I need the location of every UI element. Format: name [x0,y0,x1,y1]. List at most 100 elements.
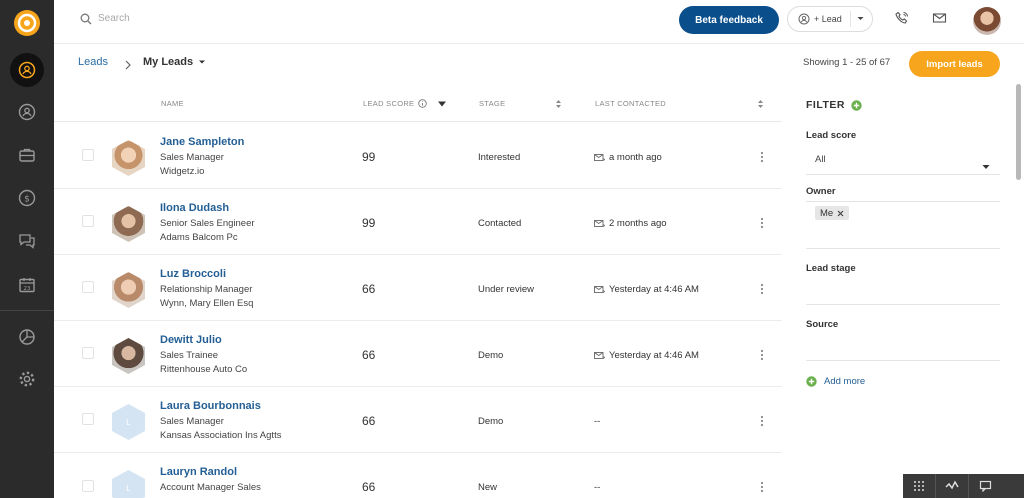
activity-icon[interactable] [936,474,969,498]
nav-reports-icon[interactable] [12,322,42,352]
table-row[interactable]: Jane Sampleton Sales Manager Widgetz.io … [54,123,782,189]
filter-lead-score-select[interactable]: All [815,154,826,165]
chevron-down-icon[interactable] [982,157,990,175]
more-actions-icon[interactable] [760,150,764,168]
column-header-stage[interactable]: STAGE [479,99,505,108]
lead-name-link[interactable]: Laura Bourbonnais [160,400,261,412]
column-header-last-contacted[interactable]: LAST CONTACTED [595,99,666,108]
last-contacted-text: -- [594,416,601,427]
nav-revenue-icon[interactable]: $ [12,183,42,213]
nav-settings-icon[interactable] [12,364,42,394]
more-actions-icon[interactable] [760,216,764,234]
chat-widget-icon[interactable] [969,474,1002,498]
chevron-right-icon [124,57,132,75]
lead-company: Wynn, Mary Ellen Esq [160,298,254,309]
email-icon [594,352,605,359]
view-selector[interactable]: My Leads [143,56,206,68]
last-contacted-text: Yesterday at 4:46 AM [609,350,699,361]
lead-name-link[interactable]: Dewitt Julio [160,334,222,346]
filter-divider [806,304,1000,305]
plus-circle-icon [806,376,817,387]
sort-icon[interactable] [555,99,562,109]
table-header: NAME LEAD SCORE STAGE LAST CONTACTED [54,84,782,122]
owner-chip-label: Me [820,207,834,219]
phone-icon[interactable] [895,11,909,30]
close-icon[interactable] [837,210,844,217]
nav-contacts-icon[interactable] [12,97,42,127]
email-icon [594,220,605,227]
more-actions-icon[interactable] [760,480,764,498]
search-icon[interactable] [80,12,92,30]
table-row[interactable]: L Laura Bourbonnais Sales Manager Kansas… [54,387,782,453]
nav-chat-icon[interactable] [12,226,42,256]
lead-title: Account Manager Sales [160,482,261,493]
more-actions-icon[interactable] [760,414,764,432]
last-contacted: -- [594,416,600,427]
import-leads-button[interactable]: Import leads [909,51,1000,77]
filter-panel: FILTER Lead score All Owner Me Lead stag… [782,84,1024,498]
app-logo[interactable] [13,9,41,37]
column-header-lead-score[interactable]: LEAD SCORE [363,99,447,108]
user-avatar[interactable] [973,7,1001,35]
table-row[interactable]: Dewitt Julio Sales Trainee Rittenhouse A… [54,321,782,387]
email-icon [594,154,605,161]
filter-title-label: FILTER [806,99,845,111]
row-checkbox[interactable] [82,480,94,492]
add-more-filter[interactable]: Add more [806,376,865,387]
chevron-down-icon [199,60,206,64]
sort-desc-icon[interactable] [437,100,447,108]
filter-source-label: Source [806,319,839,330]
mail-icon[interactable] [932,11,947,30]
owner-chip[interactable]: Me [815,206,850,220]
more-actions-icon[interactable] [760,282,764,300]
beta-feedback-button[interactable]: Beta feedback [679,6,779,34]
row-checkbox[interactable] [82,413,94,425]
lead-score: 66 [362,414,376,428]
pagination-summary: Showing 1 - 25 of 67 [803,57,891,68]
last-contacted: a month ago [594,152,662,163]
lead-name-link[interactable]: Ilona Dudash [160,202,229,214]
row-checkbox[interactable] [82,149,94,161]
lead-name-link[interactable]: Jane Sampleton [160,136,244,148]
row-checkbox[interactable] [82,215,94,227]
top-bar: Beta feedback + Lead [54,0,1024,44]
sidebar: $ 23 [0,0,54,498]
leads-table: NAME LEAD SCORE STAGE LAST CONTACTED Jan… [54,84,782,498]
table-row[interactable]: L Lauryn Randol Account Manager Sales 66… [54,453,782,498]
lead-name-link[interactable]: Luz Broccoli [160,268,226,280]
lead-avatar: L [112,404,145,440]
row-checkbox[interactable] [82,347,94,359]
svg-text:$: $ [24,195,30,205]
search-input[interactable] [98,9,398,27]
lead-stage: Demo [478,350,504,361]
lead-score: 66 [362,282,376,296]
column-header-name[interactable]: NAME [161,99,184,108]
email-icon [594,286,605,293]
table-row[interactable]: Ilona Dudash Senior Sales Engineer Adams… [54,189,782,255]
lead-avatar [112,338,145,374]
sidebar-divider [0,310,54,311]
breadcrumb-leads-link[interactable]: Leads [78,56,108,68]
nav-leads-icon[interactable] [10,53,44,87]
add-lead-button[interactable]: + Lead [787,6,873,32]
avatar-initial: L [126,417,131,427]
table-row[interactable]: Luz Broccoli Relationship Manager Wynn, … [54,255,782,321]
nav-deals-icon[interactable] [12,140,42,170]
add-filter-icon[interactable] [851,99,862,111]
more-actions-icon[interactable] [760,348,764,366]
filter-divider [806,248,1000,249]
filter-scrollbar[interactable] [1016,84,1021,180]
lead-name-link[interactable]: Lauryn Randol [160,466,237,478]
info-icon[interactable] [418,99,428,108]
filter-title: FILTER [806,99,862,111]
nav-calendar-icon[interactable]: 23 [12,270,42,300]
chevron-down-icon[interactable] [856,14,865,25]
breadcrumb: Leads My Leads Showing 1 - 25 of 67 Impo… [54,44,1024,84]
sort-icon[interactable] [757,99,764,109]
lead-stage: Interested [478,152,521,163]
filter-divider [806,201,1000,202]
apps-grid-icon[interactable] [903,474,936,498]
filter-owner-label: Owner [806,186,836,197]
row-checkbox[interactable] [82,281,94,293]
column-header-lead-score-label: LEAD SCORE [363,99,415,108]
